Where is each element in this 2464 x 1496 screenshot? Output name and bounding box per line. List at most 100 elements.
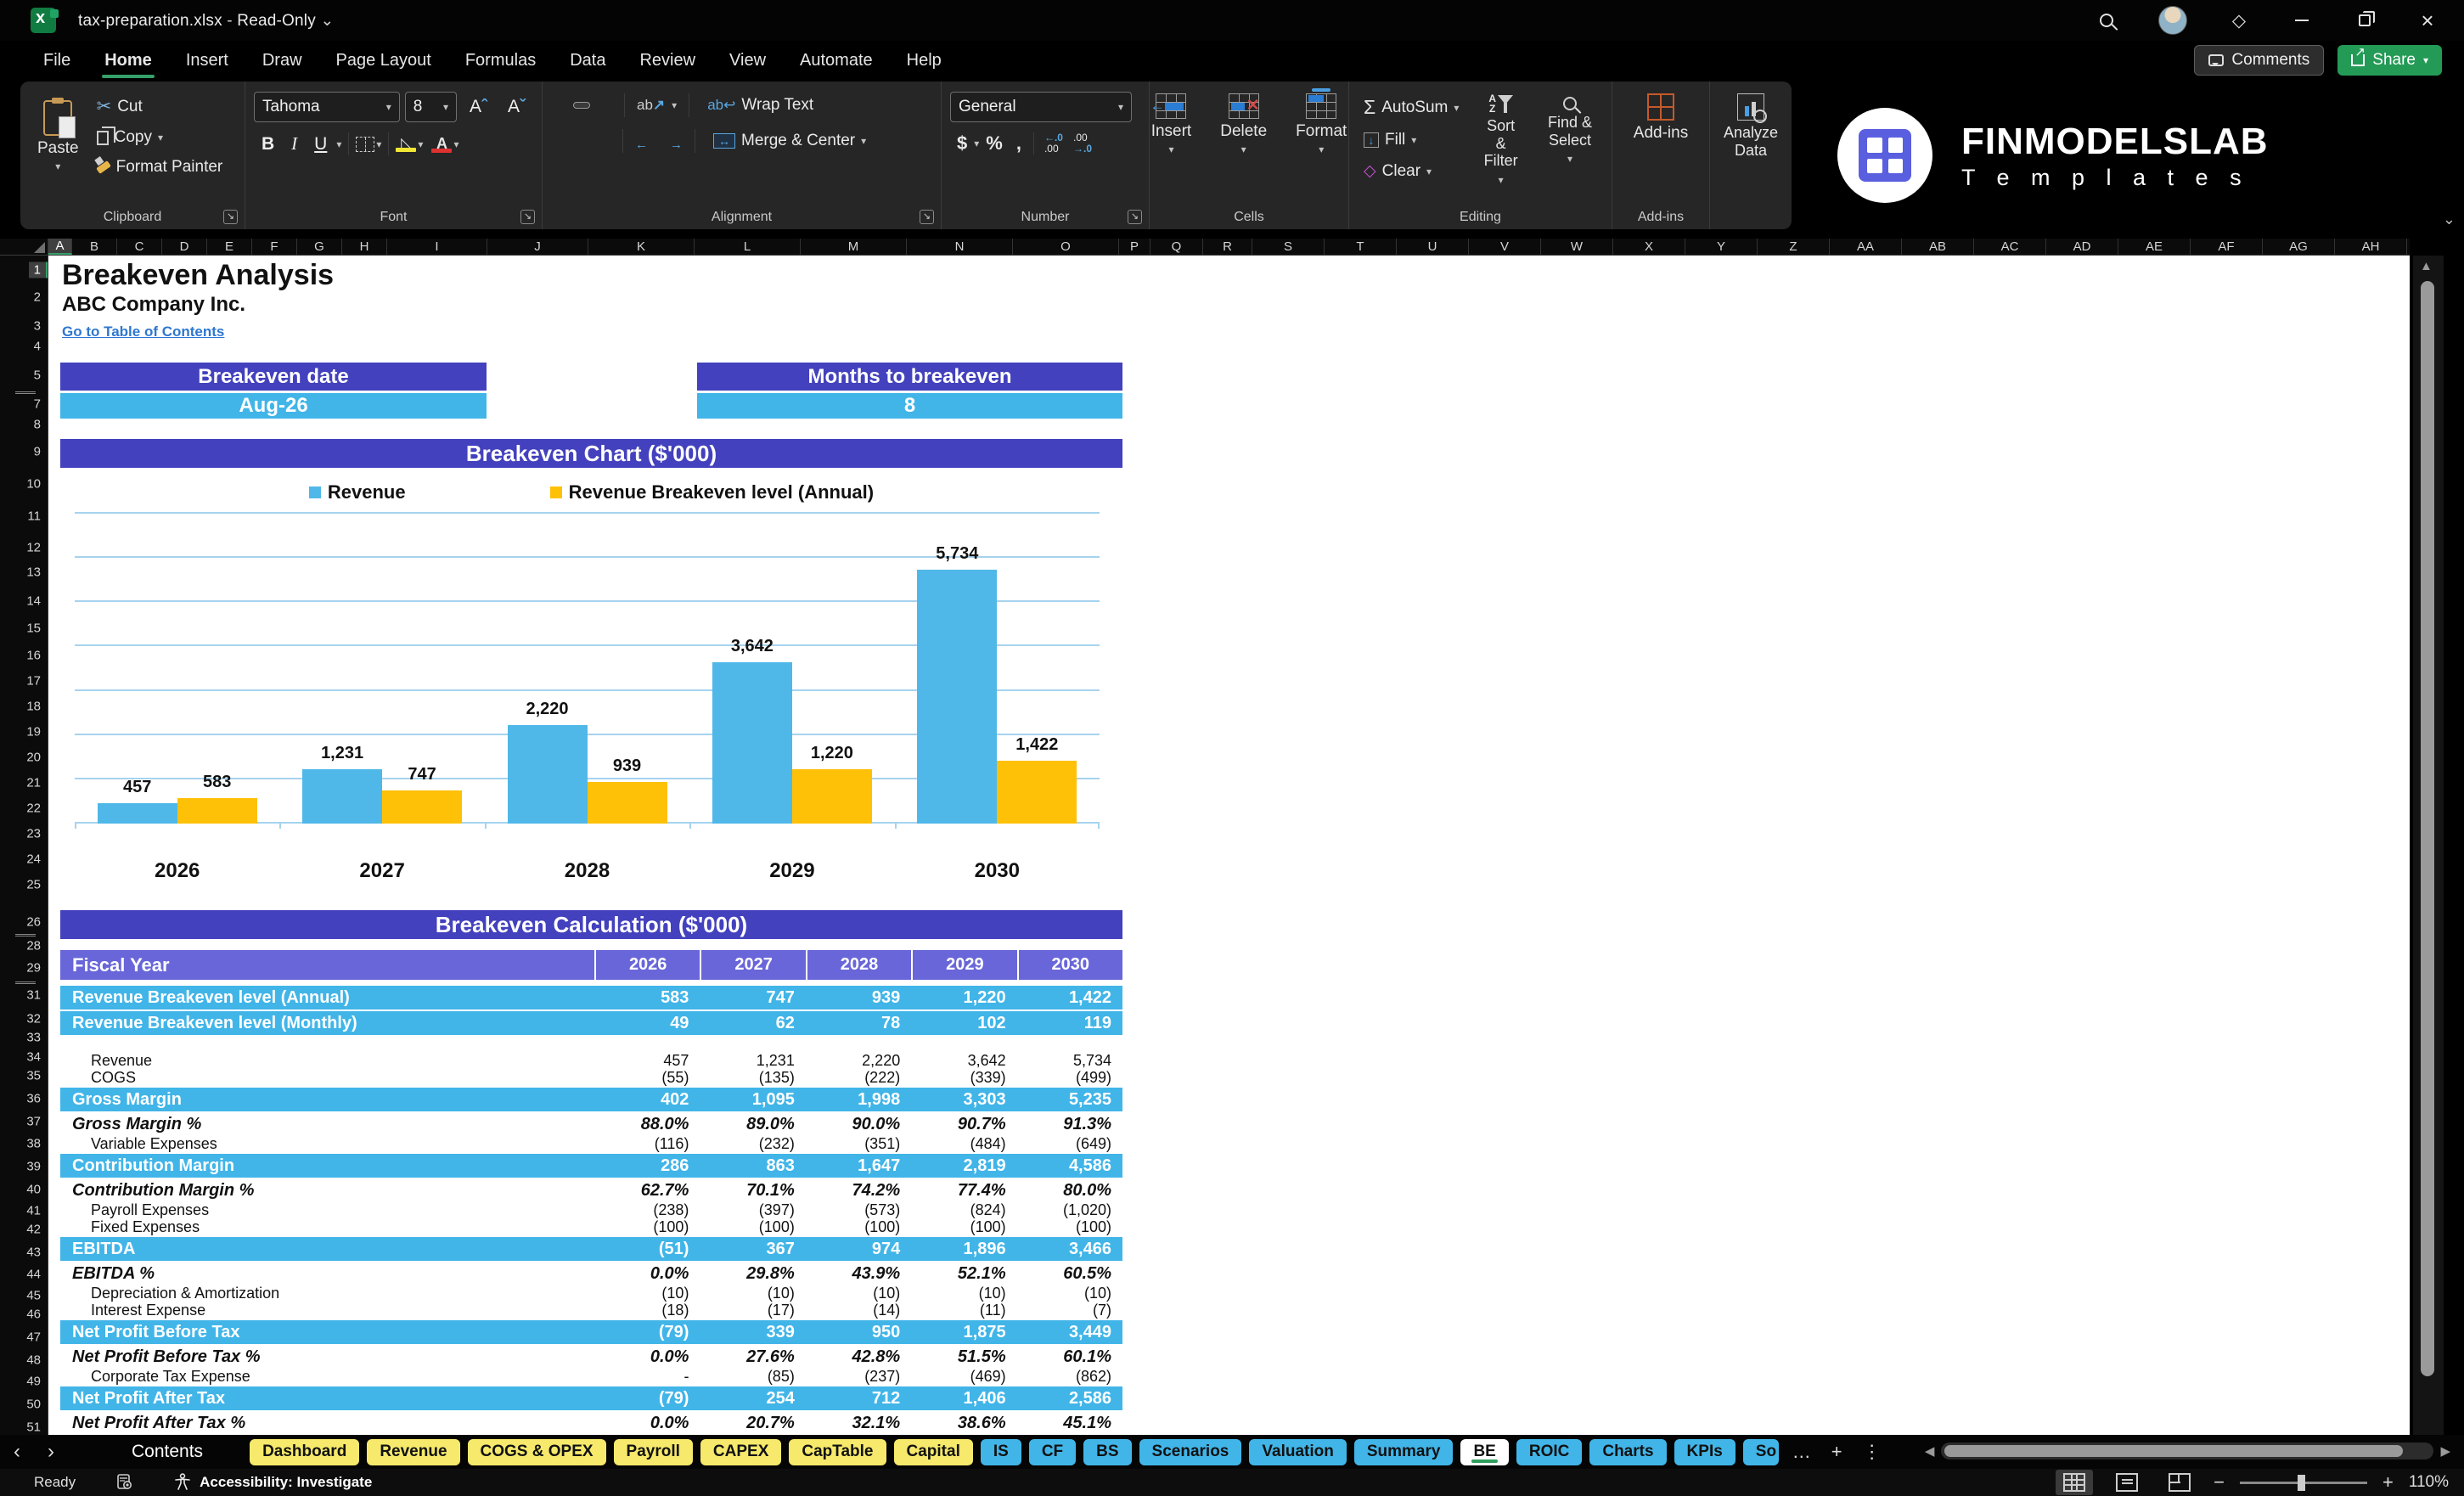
find-select-button[interactable]: Find &Select ▾ [1537, 92, 1603, 168]
table-of-contents-link[interactable]: Go to Table of Contents [62, 323, 224, 340]
row-header-14[interactable]: 14 [26, 594, 41, 609]
table-row[interactable]: Net Profit After Tax %0.0%20.7%32.1%38.6… [60, 1412, 1122, 1434]
row-header-44[interactable]: 44 [26, 1268, 41, 1282]
autosum-button[interactable]: ΣAutoSum▾ [1358, 92, 1465, 123]
column-header-C[interactable]: C [117, 239, 162, 255]
analyze-data-button[interactable]: AnalyzeData [1719, 92, 1783, 160]
chart-bar[interactable] [712, 662, 792, 824]
chevron-down-icon[interactable]: ▾ [336, 138, 341, 150]
table-row[interactable]: Revenue4571,2312,2203,6425,734 [60, 1052, 1122, 1069]
normal-view-button[interactable] [2056, 1470, 2093, 1495]
column-header-U[interactable]: U [1397, 239, 1469, 255]
table-row[interactable]: Net Profit Before Tax(79)3399501,8753,44… [60, 1320, 1122, 1344]
comments-button[interactable]: Comments [2194, 45, 2324, 76]
row-header-28[interactable]: 28 [26, 939, 41, 953]
row-header-49[interactable]: 49 [26, 1375, 41, 1389]
chevron-down-icon[interactable]: ▾ [418, 138, 423, 150]
menu-tab-review[interactable]: Review [625, 45, 710, 76]
delete-cells-button[interactable]: Delete▾ [1212, 92, 1275, 158]
row-header-32[interactable]: 32 [26, 1012, 41, 1026]
chart-bar[interactable] [177, 798, 257, 824]
column-header-N[interactable]: N [907, 239, 1013, 255]
scroll-right-icon[interactable]: ▶ [2440, 1443, 2450, 1459]
row-header-31[interactable]: 31 [26, 988, 41, 1003]
column-header-S[interactable]: S [1252, 239, 1325, 255]
avatar[interactable] [2158, 6, 2187, 35]
decrease-indent-button[interactable]: ← [635, 134, 655, 148]
addins-button[interactable]: Add-ins [1621, 92, 1701, 144]
column-header-L[interactable]: L [695, 239, 801, 255]
increase-decimal-button[interactable]: ←.0.00 [1039, 132, 1068, 155]
scroll-up-icon[interactable]: ▲ [2420, 259, 2433, 273]
row-header-51[interactable]: 51 [26, 1420, 41, 1435]
currency-format-button[interactable]: $ [950, 131, 974, 156]
increase-font-button[interactable]: A [462, 94, 495, 120]
vertical-scrollbar-thumb[interactable] [2421, 281, 2434, 1376]
row-header-5[interactable]: 5 [34, 368, 41, 383]
font-size-select[interactable]: 8▾ [405, 92, 457, 122]
row-header-41[interactable]: 41 [26, 1204, 41, 1218]
decrease-decimal-button[interactable]: .00→.0 [1068, 132, 1097, 155]
page-break-view-button[interactable] [2161, 1470, 2198, 1495]
row-header-10[interactable]: 10 [26, 477, 41, 492]
menu-tab-automate[interactable]: Automate [785, 45, 887, 76]
table-row[interactable]: Variable Expenses(116)(232)(351)(484)(64… [60, 1135, 1122, 1152]
table-row[interactable]: Depreciation & Amortization(10)(10)(10)(… [60, 1285, 1122, 1302]
menu-tab-help[interactable]: Help [892, 45, 956, 76]
sheet-tab-contents[interactable]: Contents [119, 1439, 216, 1465]
menu-tab-file[interactable]: File [29, 45, 85, 76]
chart-bar[interactable] [588, 782, 667, 824]
column-header-I[interactable]: I [387, 239, 487, 255]
table-row[interactable]: Contribution Margin2868631,6472,8194,586 [60, 1154, 1122, 1178]
column-header-X[interactable]: X [1613, 239, 1685, 255]
cut-button[interactable]: ✂Cut [91, 92, 229, 121]
column-header-AA[interactable]: AA [1830, 239, 1902, 255]
table-row[interactable]: EBITDA(51)3679741,8963,466 [60, 1237, 1122, 1261]
row-header-46[interactable]: 46 [26, 1308, 41, 1322]
menu-tab-insert[interactable]: Insert [172, 45, 243, 76]
paste-button[interactable]: Paste ▾ [29, 98, 87, 175]
row-header-4[interactable]: 4 [34, 340, 41, 354]
sheet-tab-payroll[interactable]: Payroll [614, 1439, 693, 1465]
row-header-16[interactable]: 16 [26, 649, 41, 663]
row-header-25[interactable]: 25 [26, 878, 41, 892]
sheet-tab-be[interactable]: BE [1460, 1439, 1508, 1465]
table-row[interactable]: Interest Expense(18)(17)(14)(11)(7) [60, 1302, 1122, 1319]
align-middle-button[interactable] [573, 102, 590, 109]
column-header-O[interactable]: O [1013, 239, 1119, 255]
row-header-36[interactable]: 36 [26, 1092, 41, 1106]
row-header-43[interactable]: 43 [26, 1246, 41, 1260]
row-header-1[interactable]: 1 [29, 262, 48, 278]
prev-sheet-arrow[interactable]: ‹ [0, 1440, 34, 1464]
row-header-13[interactable]: 13 [26, 565, 41, 580]
column-header-T[interactable]: T [1325, 239, 1397, 255]
chevron-down-icon[interactable]: ⌄ [320, 12, 334, 30]
macro-record-icon[interactable] [116, 1474, 133, 1491]
scroll-left-icon[interactable]: ◀ [1925, 1443, 1935, 1459]
align-right-button[interactable] [595, 138, 610, 143]
sheet-options-button[interactable]: ⋮ [1853, 1441, 1892, 1463]
table-row[interactable]: Gross Margin4021,0951,9983,3035,235 [60, 1088, 1122, 1111]
sheet-tab-bs[interactable]: BS [1083, 1439, 1131, 1465]
row-header-19[interactable]: 19 [26, 725, 41, 740]
table-row[interactable]: COGS(55)(135)(222)(339)(499) [60, 1069, 1122, 1086]
menu-tab-home[interactable]: Home [90, 45, 166, 76]
row-header-15[interactable]: 15 [26, 621, 41, 636]
new-sheet-button[interactable]: + [1821, 1441, 1853, 1463]
column-header-M[interactable]: M [801, 239, 907, 255]
row-header-23[interactable]: 23 [26, 827, 41, 841]
row-header-38[interactable]: 38 [26, 1137, 41, 1151]
row-header-34[interactable]: 34 [26, 1050, 41, 1065]
chart-bar[interactable] [792, 769, 872, 824]
table-row[interactable] [60, 1037, 1122, 1052]
row-header-37[interactable]: 37 [26, 1115, 41, 1129]
table-row[interactable]: Payroll Expenses(238)(397)(573)(824)(1,0… [60, 1201, 1122, 1218]
table-row[interactable]: Gross Margin %88.0%89.0%90.0%90.7%91.3% [60, 1113, 1122, 1135]
next-sheet-arrow[interactable]: › [34, 1440, 68, 1464]
column-header-AE[interactable]: AE [2118, 239, 2191, 255]
table-row[interactable]: Fixed Expenses(100)(100)(100)(100)(100) [60, 1218, 1122, 1235]
column-header-J[interactable]: J [487, 239, 588, 255]
row-header-35[interactable]: 35 [26, 1069, 41, 1083]
horizontal-scrollbar[interactable]: ◀ ▶ [1925, 1443, 2450, 1459]
column-header-V[interactable]: V [1469, 239, 1541, 255]
